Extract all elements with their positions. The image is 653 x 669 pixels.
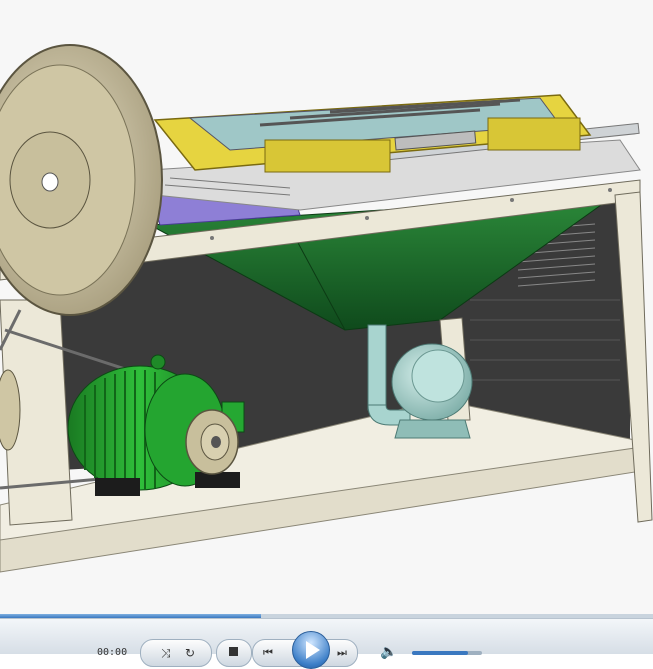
volume-slider[interactable] — [412, 651, 482, 655]
tray-clamp-left — [264, 139, 391, 173]
repeat-icon[interactable]: ↻ — [185, 646, 195, 660]
next-icon[interactable]: ⏭ — [337, 646, 347, 660]
previous-icon[interactable]: ⏮ — [263, 646, 273, 660]
stop-button[interactable] — [216, 639, 252, 667]
small-idler-pulley — [0, 369, 21, 451]
play-button[interactable] — [292, 631, 330, 669]
motor-pulley — [185, 409, 239, 475]
cad-viewport[interactable] — [0, 0, 653, 616]
machine-model-render — [0, 44, 653, 573]
speaker-icon[interactable]: 🔈 — [380, 645, 397, 659]
tray-clamp-right — [487, 117, 581, 151]
play-icon — [306, 641, 320, 659]
shuffle-icon[interactable]: ⤨ — [161, 646, 171, 660]
stop-icon — [229, 647, 238, 656]
shuffle-repeat-group: ⤨ ↻ — [140, 639, 212, 667]
volume-slider-fill — [412, 651, 468, 655]
media-controls-bar: 00:00 ⤨ ↻ ⏮ ⏭ 🔈 — [0, 618, 653, 669]
